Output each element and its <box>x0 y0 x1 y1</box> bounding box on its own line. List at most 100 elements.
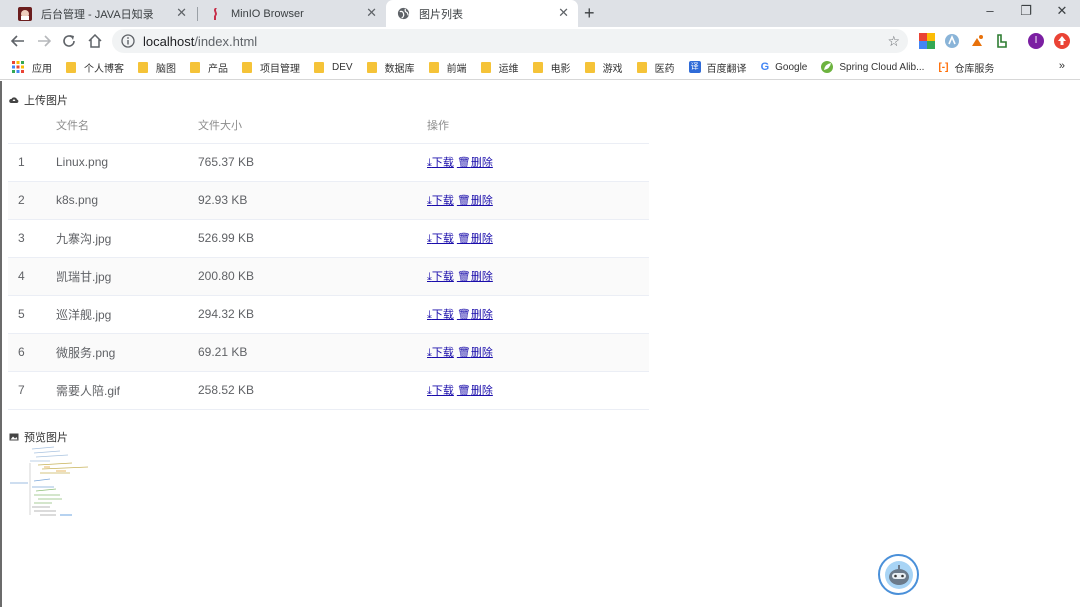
row-index: 5 <box>8 295 56 334</box>
download-link[interactable]: ⤓下载 <box>427 157 454 169</box>
bookmark-folder[interactable]: 脑图 <box>138 60 176 75</box>
bookmark-star-icon[interactable]: ☆ <box>887 33 900 50</box>
bookmark-apps[interactable]: 应用 <box>12 60 52 75</box>
trash-icon: 🗑 <box>456 385 471 397</box>
reload-button[interactable] <box>60 32 78 50</box>
table-row: 3 九寨沟.jpg 526.99 KB ⤓下载 🗑删除 <box>8 219 649 258</box>
extension-icon[interactable] <box>994 33 1010 49</box>
admin-favicon-icon <box>18 6 32 21</box>
download-link[interactable]: ⤓下载 <box>427 233 454 245</box>
download-label: 下载 <box>431 233 454 245</box>
bookmark-label: Spring Cloud Alib... <box>839 61 925 73</box>
preview-thumbnail[interactable] <box>10 443 90 521</box>
folder-icon <box>428 61 439 73</box>
bookmark-folder[interactable]: 电影 <box>532 60 571 75</box>
row-index: 1 <box>8 143 56 182</box>
extension-icon[interactable] <box>944 33 960 49</box>
tab-close-icon[interactable]: ✕ <box>558 6 569 20</box>
delete-label: 删除 <box>470 309 493 321</box>
delete-link[interactable]: 🗑删除 <box>457 347 493 359</box>
extension-icon[interactable] <box>919 33 935 49</box>
forward-button[interactable] <box>35 32 53 50</box>
table-row: 6 微服务.png 69.21 KB ⤓下载 🗑删除 <box>8 333 649 372</box>
back-button[interactable] <box>9 32 27 50</box>
table-row: 5 巡洋舰.jpg 294.32 KB ⤓下载 🗑删除 <box>8 295 649 334</box>
file-name: 需要人陪.gif <box>56 371 198 410</box>
download-link[interactable]: ⤓下载 <box>427 385 454 397</box>
browser-toolbar: localhost/index.html ☆ <box>0 27 1080 55</box>
table-row: 2 k8s.png 92.93 KB ⤓下载 🗑删除 <box>8 181 649 220</box>
download-link[interactable]: ⤓下载 <box>427 271 454 283</box>
download-label: 下载 <box>431 157 454 169</box>
address-bar[interactable]: localhost/index.html ☆ <box>112 29 908 53</box>
back-arrow-icon <box>11 35 24 47</box>
home-button[interactable] <box>86 32 104 50</box>
bookmark-folder[interactable]: 运维 <box>480 60 519 75</box>
row-actions: ⤓下载 🗑删除 <box>427 143 649 182</box>
bookmark-label: 百度翻译 <box>706 63 747 75</box>
tab-admin[interactable]: 后台管理 - JAVA日知录 ✕ <box>8 0 196 27</box>
bookmark-folder[interactable]: 游戏 <box>584 60 623 75</box>
bookmark-label: 电影 <box>550 63 571 75</box>
bookmarks-overflow-button[interactable]: » <box>1059 60 1065 72</box>
close-window-button[interactable]: ✕ <box>1052 3 1072 19</box>
bookmark-folder[interactable]: 项目管理 <box>242 60 300 75</box>
row-actions: ⤓下载 🗑删除 <box>427 295 649 334</box>
browser-tab-strip: 后台管理 - JAVA日知录 ✕ MinIO Browser ✕ 图片列表 ✕ … <box>0 0 1080 27</box>
bookmark-label: 产品 <box>208 63 228 75</box>
bookmark-label: 应用 <box>32 63 52 75</box>
restore-button[interactable]: ❐ <box>1016 3 1036 19</box>
bookmark-folder[interactable]: DEV <box>314 61 353 73</box>
extension-icon[interactable] <box>969 33 985 49</box>
profile-avatar[interactable]: I <box>1028 33 1044 49</box>
bookmark-label: 项目管理 <box>260 63 300 75</box>
bookmark-folder[interactable]: 产品 <box>190 60 228 75</box>
file-size: 92.93 KB <box>198 181 427 220</box>
bookmark-folder[interactable]: 个人博客 <box>66 60 124 75</box>
download-label: 下载 <box>431 385 454 397</box>
delete-link[interactable]: 🗑删除 <box>457 271 493 283</box>
download-link[interactable]: ⤓下载 <box>427 195 454 207</box>
delete-link[interactable]: 🗑删除 <box>457 309 493 321</box>
row-index: 6 <box>8 333 56 372</box>
file-size: 765.37 KB <box>198 143 427 182</box>
tab-image-list[interactable]: 图片列表 ✕ <box>386 0 578 27</box>
tab-close-icon[interactable]: ✕ <box>366 6 377 20</box>
file-size: 258.52 KB <box>198 371 427 410</box>
bookmark-translate[interactable]: 译 百度翻译 <box>688 60 747 75</box>
tab-close-icon[interactable]: ✕ <box>176 6 187 20</box>
new-tab-button[interactable]: + <box>584 3 595 24</box>
spring-leaf-icon <box>821 61 834 73</box>
column-header-index <box>8 108 56 144</box>
image-icon <box>9 433 19 441</box>
bookmark-folder[interactable]: 医药 <box>636 60 675 75</box>
bookmark-folder[interactable]: 前端 <box>428 60 467 75</box>
delete-link[interactable]: 🗑删除 <box>457 385 493 397</box>
delete-link[interactable]: 🗑删除 <box>457 233 493 245</box>
folder-icon <box>584 61 595 73</box>
google-icon: G <box>760 61 770 73</box>
update-icon[interactable] <box>1054 33 1070 49</box>
bookmark-google[interactable]: G Google <box>761 61 808 73</box>
download-link[interactable]: ⤓下载 <box>427 347 454 359</box>
row-actions: ⤓下载 🗑删除 <box>427 219 649 258</box>
tab-title: 图片列表 <box>419 8 463 21</box>
table-header-row: 文件名 文件大小 操作 <box>8 108 649 144</box>
tab-minio[interactable]: MinIO Browser ✕ <box>198 0 386 27</box>
download-link[interactable]: ⤓下载 <box>427 309 454 321</box>
bookmark-label: 医药 <box>654 63 675 75</box>
bookmark-spring[interactable]: Spring Cloud Alib... <box>821 61 924 73</box>
trash-icon: 🗑 <box>456 309 471 321</box>
folder-icon <box>314 61 324 73</box>
cloud-upload-icon <box>9 97 19 103</box>
url-path: /index.html <box>194 33 258 49</box>
bookmark-folder[interactable]: 数据库 <box>366 60 415 75</box>
delete-link[interactable]: 🗑删除 <box>457 157 493 169</box>
bookmark-aliyun[interactable]: [-] 仓库服务 <box>938 60 994 75</box>
page-content: 上传图片 文件名 文件大小 操作 1 Linux.png 765.37 KB ⤓下载 🗑… <box>0 81 1080 607</box>
minio-favicon-icon <box>208 7 222 21</box>
minimize-button[interactable]: – <box>980 3 1000 18</box>
assistant-float-button[interactable] <box>878 554 919 595</box>
info-icon[interactable] <box>121 34 135 48</box>
delete-link[interactable]: 🗑删除 <box>457 195 493 207</box>
